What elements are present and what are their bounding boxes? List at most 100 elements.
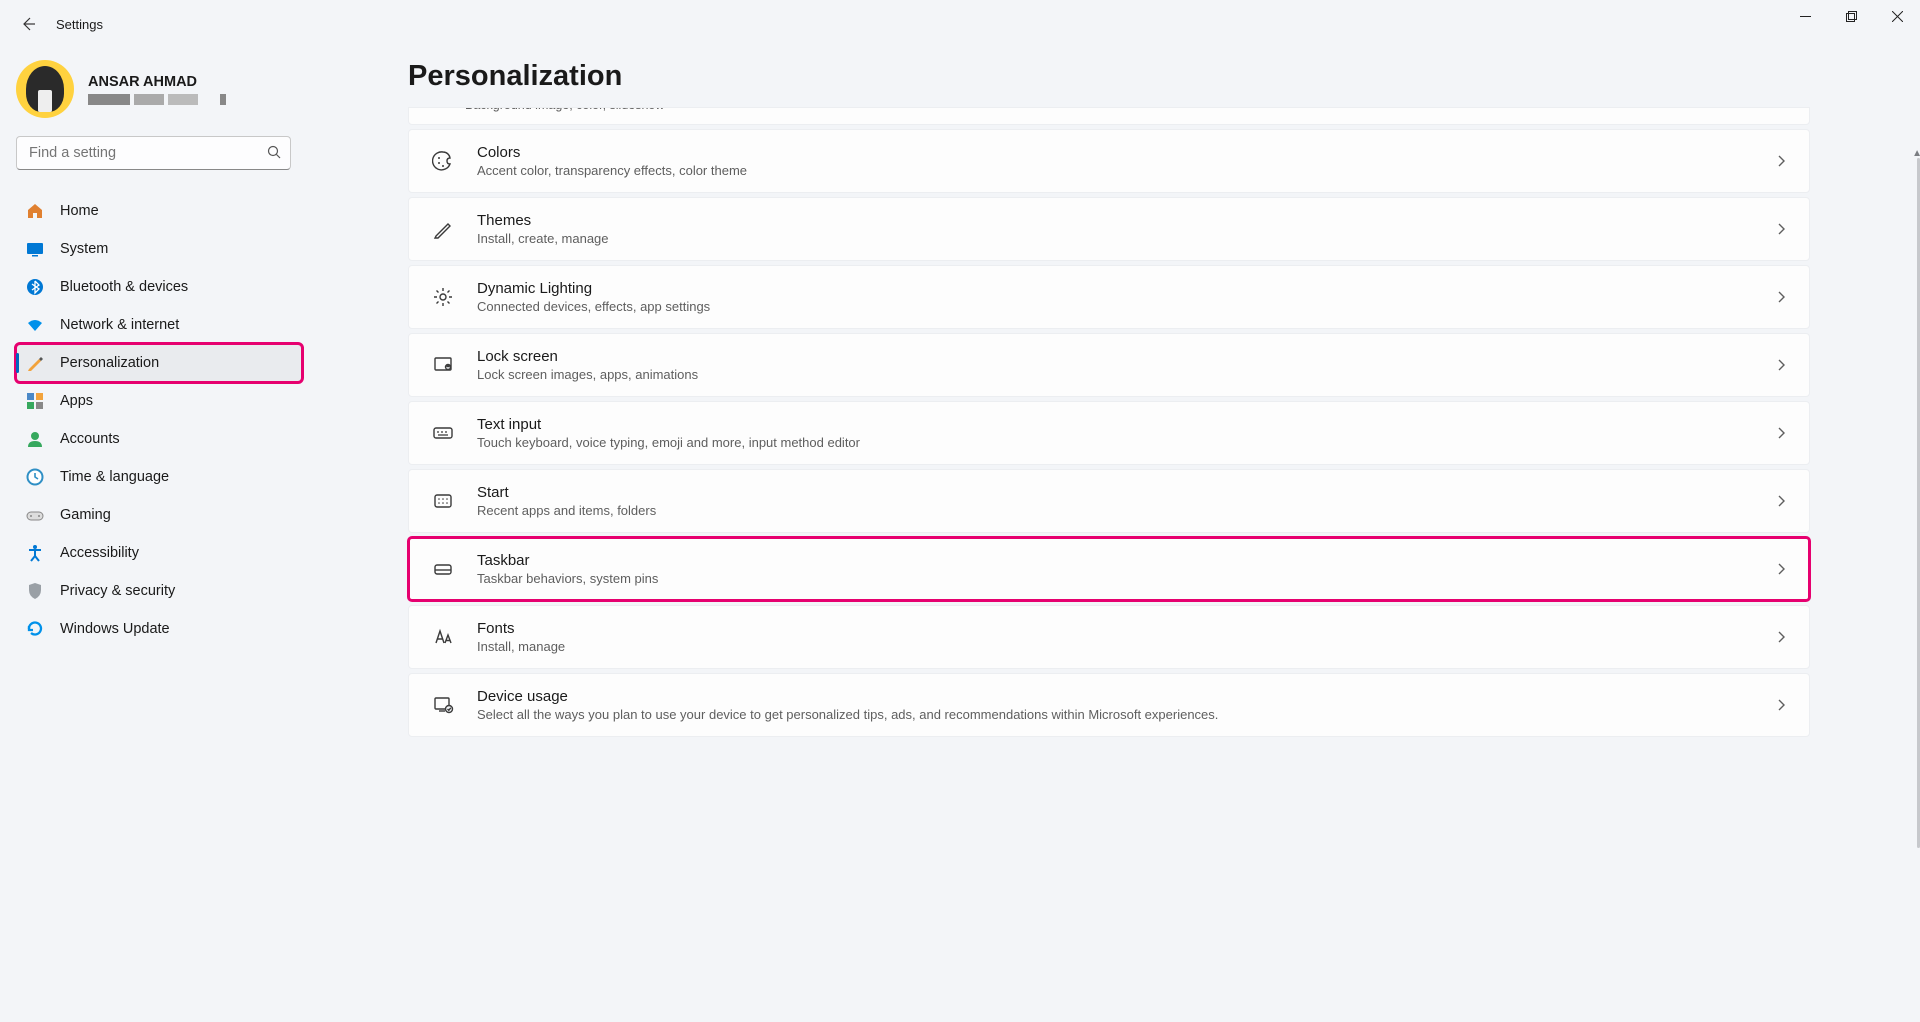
card-colors[interactable]: Colors Accent color, transparency effect… (408, 129, 1810, 193)
card-subtitle: Install, manage (477, 639, 1753, 654)
nav-item-network[interactable]: Network & internet (16, 306, 302, 344)
card-subtitle: Taskbar behaviors, system pins (477, 571, 1753, 586)
chevron-right-icon (1775, 223, 1787, 235)
themes-icon (431, 218, 455, 240)
nav-list: Home System Bluetooth & devices Network & i… (16, 192, 302, 648)
nav-item-update[interactable]: Windows Update (16, 610, 302, 648)
colors-icon (431, 150, 455, 172)
nav-label: Accounts (60, 431, 120, 447)
taskbar-icon (431, 558, 455, 580)
search-input[interactable] (16, 136, 291, 170)
card-title: Lock screen (477, 348, 1753, 365)
nav-label: Home (60, 203, 99, 219)
nav-item-home[interactable]: Home (16, 192, 302, 230)
network-icon (26, 316, 44, 334)
accessibility-icon (26, 544, 44, 562)
nav-label: System (60, 241, 108, 257)
nav-label: Network & internet (60, 317, 179, 333)
chevron-right-icon (1775, 359, 1787, 371)
nav-label: Windows Update (60, 621, 170, 637)
nav-label: Bluetooth & devices (60, 279, 188, 295)
textinput-icon (431, 422, 455, 444)
card-subtitle: Connected devices, effects, app settings (477, 299, 1753, 314)
card-title: Dynamic Lighting (477, 280, 1753, 297)
card-title: Device usage (477, 688, 1753, 705)
gaming-icon (26, 506, 44, 524)
card-subtitle: Lock screen images, apps, animations (477, 367, 1753, 382)
privacy-icon (26, 582, 44, 600)
nav-label: Accessibility (60, 545, 139, 561)
minimize-button[interactable] (1782, 0, 1828, 32)
chevron-right-icon (1775, 291, 1787, 303)
dynamic-icon (431, 286, 455, 308)
card-device[interactable]: Device usage Select all the ways you pla… (408, 673, 1810, 737)
page-title: Personalization (408, 60, 1810, 93)
chevron-right-icon (1775, 495, 1787, 507)
card-background-cropped[interactable]: Background image, color, slideshow (408, 107, 1810, 125)
nav-item-accounts[interactable]: Accounts (16, 420, 302, 458)
nav-item-privacy[interactable]: Privacy & security (16, 572, 302, 610)
nav-label: Time & language (60, 469, 169, 485)
device-icon (431, 694, 455, 716)
home-icon (26, 202, 44, 220)
update-icon (26, 620, 44, 638)
time-icon (26, 468, 44, 486)
profile-sub (88, 94, 226, 105)
profile-block[interactable]: ANSAR AHMAD (16, 56, 302, 136)
nav-item-bluetooth[interactable]: Bluetooth & devices (16, 268, 302, 306)
accounts-icon (26, 430, 44, 448)
arrow-left-icon (20, 16, 36, 32)
minimize-icon (1800, 11, 1811, 22)
system-icon (26, 240, 44, 258)
chevron-right-icon (1775, 699, 1787, 711)
card-title: Colors (477, 144, 1753, 161)
nav-item-accessibility[interactable]: Accessibility (16, 534, 302, 572)
nav-label: Gaming (60, 507, 111, 523)
card-dynamic[interactable]: Dynamic Lighting Connected devices, effe… (408, 265, 1810, 329)
apps-icon (26, 392, 44, 410)
close-button[interactable] (1874, 0, 1920, 32)
bluetooth-icon (26, 278, 44, 296)
nav-item-system[interactable]: System (16, 230, 302, 268)
personalization-icon (26, 354, 44, 372)
avatar (16, 60, 74, 118)
nav-item-time[interactable]: Time & language (16, 458, 302, 496)
search-box[interactable] (16, 136, 302, 170)
nav-label: Privacy & security (60, 583, 175, 599)
card-subtitle: Recent apps and items, folders (477, 503, 1753, 518)
window-title: Settings (56, 17, 103, 32)
nav-item-personalization[interactable]: Personalization (16, 344, 302, 382)
sidebar: ANSAR AHMAD Home System Bluetooth & device… (0, 48, 310, 1022)
nav-item-apps[interactable]: Apps (16, 382, 302, 420)
chevron-right-icon (1775, 563, 1787, 575)
card-subtitle: Touch keyboard, voice typing, emoji and … (477, 435, 1753, 450)
nav-label: Personalization (60, 355, 159, 371)
card-textinput[interactable]: Text input Touch keyboard, voice typing,… (408, 401, 1810, 465)
chevron-right-icon (1775, 155, 1787, 167)
card-subtitle: Accent color, transparency effects, colo… (477, 163, 1753, 178)
card-subtitle: Install, create, manage (477, 231, 1753, 246)
fonts-icon (431, 626, 455, 648)
start-icon (431, 490, 455, 512)
card-title: Fonts (477, 620, 1753, 637)
title-bar: Settings (0, 0, 1920, 48)
maximize-icon (1846, 11, 1857, 22)
lock-icon (431, 354, 455, 376)
card-title: Themes (477, 212, 1753, 229)
main-content: Personalization Background image, color,… (310, 48, 1920, 1022)
card-start[interactable]: Start Recent apps and items, folders (408, 469, 1810, 533)
chevron-right-icon (1775, 631, 1787, 643)
search-icon (267, 145, 282, 160)
card-fonts[interactable]: Fonts Install, manage (408, 605, 1810, 669)
nav-item-gaming[interactable]: Gaming (16, 496, 302, 534)
card-title: Text input (477, 416, 1753, 433)
close-icon (1892, 11, 1903, 22)
nav-label: Apps (60, 393, 93, 409)
card-taskbar[interactable]: Taskbar Taskbar behaviors, system pins (408, 537, 1810, 601)
back-button[interactable] (8, 4, 48, 44)
card-lock[interactable]: Lock screen Lock screen images, apps, an… (408, 333, 1810, 397)
maximize-button[interactable] (1828, 0, 1874, 32)
chevron-right-icon (1775, 427, 1787, 439)
card-title: Taskbar (477, 552, 1753, 569)
card-themes[interactable]: Themes Install, create, manage (408, 197, 1810, 261)
